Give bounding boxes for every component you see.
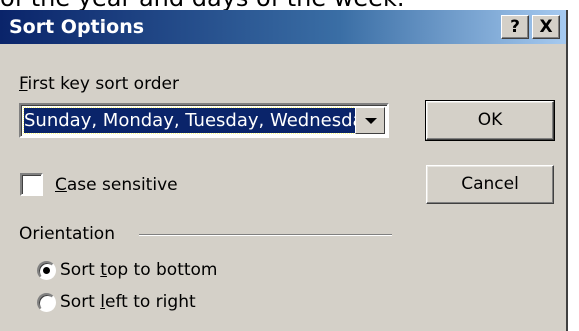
sort-top-to-bottom-radio[interactable]	[37, 261, 56, 280]
sort-order-dropdown[interactable]: Sunday, Monday, Tuesday, Wednesday, Thur…	[19, 103, 389, 138]
title-bar[interactable]: Sort Options ? X	[0, 10, 566, 44]
dropdown-arrow-icon[interactable]	[355, 107, 385, 134]
help-button[interactable]: ?	[501, 15, 529, 39]
dialog-title: Sort Options	[9, 16, 145, 38]
case-sensitive-label[interactable]: Case sensitive	[55, 175, 178, 195]
close-button[interactable]: X	[532, 15, 560, 39]
sort-top-to-bottom-label[interactable]: Sort top to bottom	[60, 260, 218, 280]
sort-order-label: First key sort order	[19, 74, 179, 94]
sort-order-selected-value: Sunday, Monday, Tuesday, Wednesday, Thur…	[23, 107, 358, 134]
cancel-button[interactable]: Cancel	[426, 165, 554, 204]
sort-left-to-right-label[interactable]: Sort left to right	[60, 292, 196, 312]
sort-options-dialog: Sort Options ? X First key sort order Su…	[0, 10, 568, 331]
orientation-group-divider	[139, 234, 392, 236]
sort-left-to-right-radio[interactable]	[37, 293, 56, 312]
orientation-group-label: Orientation	[19, 224, 115, 244]
case-sensitive-checkbox[interactable]	[20, 173, 43, 196]
ok-button[interactable]: OK	[425, 100, 555, 141]
